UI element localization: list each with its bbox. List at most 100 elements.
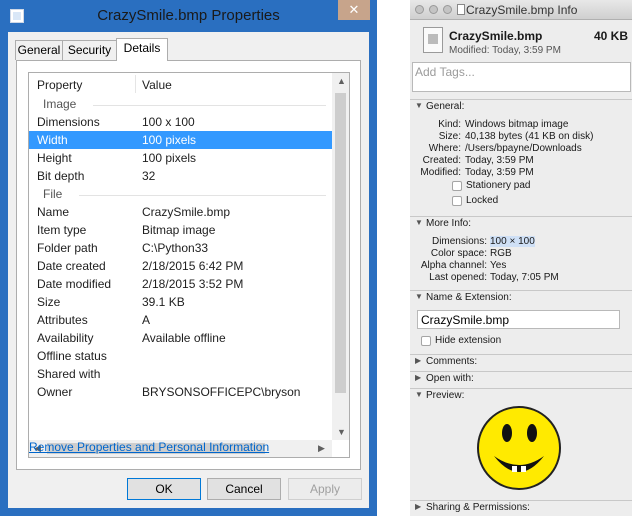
- scroll-right-icon[interactable]: ▶: [318, 443, 325, 454]
- scroll-down-icon[interactable]: ▼: [337, 427, 346, 437]
- info-value: Windows bitmap image: [465, 119, 569, 130]
- dialog-body: General Security Details Property Value …: [8, 32, 369, 508]
- column-header-property[interactable]: Property: [37, 78, 82, 92]
- disclosure-open-icon[interactable]: ▼: [415, 218, 423, 227]
- section-label: More Info:: [426, 218, 472, 229]
- section-more-info[interactable]: ▼ More Info:: [410, 216, 632, 232]
- tab-general[interactable]: General: [15, 40, 63, 60]
- smiley-preview-image: [477, 406, 561, 490]
- ok-button[interactable]: OK: [127, 478, 201, 500]
- table-row[interactable]: Name CrazySmile.bmp: [29, 203, 332, 221]
- table-row[interactable]: Offline status: [29, 347, 332, 365]
- disclosure-closed-icon[interactable]: ▶: [415, 373, 421, 382]
- cancel-button[interactable]: Cancel: [207, 478, 281, 500]
- row-value: Available offline: [142, 331, 226, 345]
- file-size: 40 KB: [594, 29, 629, 43]
- row-key: Folder path: [37, 241, 98, 255]
- disclosure-open-icon[interactable]: ▼: [415, 292, 423, 301]
- tab-security[interactable]: Security: [62, 40, 117, 60]
- details-panel: Property Value Image Dimensions 100 x 100…: [16, 60, 361, 470]
- info-key: Modified:: [420, 167, 461, 178]
- close-button[interactable]: ✕: [338, 0, 370, 20]
- row-key: Size: [37, 295, 61, 309]
- tags-input[interactable]: [413, 63, 617, 81]
- row-value: 32: [142, 169, 156, 183]
- column-divider[interactable]: [135, 75, 136, 93]
- info-key: Dimensions:: [431, 236, 487, 247]
- row-key: Availability: [37, 331, 94, 345]
- disclosure-closed-icon[interactable]: ▶: [415, 502, 421, 511]
- info-key: Kind:: [438, 119, 461, 130]
- locked-checkbox[interactable]: [452, 196, 462, 206]
- row-key: Dimensions: [37, 115, 100, 129]
- table-row[interactable]: Shared with: [29, 365, 332, 383]
- row-key: Owner: [37, 385, 73, 399]
- group-divider: [79, 195, 326, 196]
- name-field[interactable]: [417, 310, 620, 329]
- row-key: Height: [37, 151, 72, 165]
- column-header-value[interactable]: Value: [142, 78, 172, 92]
- list-rows: Image Dimensions 100 x 100 Width 100 pixel…: [29, 95, 332, 401]
- mac-info-window: CrazySmile.bmp Info CrazySmile.bmp 40 KB…: [410, 0, 632, 516]
- table-row[interactable]: Date modified 2/18/2015 3:52 PM: [29, 275, 332, 293]
- info-value: /Users/bpayne/Downloads: [465, 143, 582, 154]
- vertical-scrollbar[interactable]: ▲ ▼: [332, 73, 349, 440]
- info-value: Today, 3:59 PM: [465, 167, 534, 178]
- section-general[interactable]: ▼ General:: [410, 99, 632, 115]
- section-label: Sharing & Permissions:: [426, 502, 530, 513]
- info-key: Created:: [422, 155, 461, 166]
- stationery-pad-label: Stationery pad: [466, 180, 531, 191]
- disclosure-closed-icon[interactable]: ▶: [415, 356, 421, 365]
- document-icon: [457, 4, 465, 15]
- list-header: Property Value: [29, 73, 332, 95]
- group-label: File: [43, 187, 63, 201]
- table-row[interactable]: Attributes A: [29, 311, 332, 329]
- row-key: Offline status: [37, 349, 107, 363]
- details-list[interactable]: Property Value Image Dimensions 100 x 100…: [28, 72, 350, 458]
- row-key: Name: [37, 205, 70, 219]
- section-open-with[interactable]: ▶ Open with:: [410, 371, 632, 387]
- row-value: 100 pixels: [142, 133, 197, 147]
- disclosure-open-icon[interactable]: ▼: [415, 101, 423, 110]
- info-value: Today, 7:05 PM: [490, 272, 559, 283]
- zoom-dot-icon[interactable]: [443, 5, 452, 14]
- disclosure-open-icon[interactable]: ▼: [415, 390, 423, 399]
- minimize-dot-icon[interactable]: [429, 5, 438, 14]
- row-value: BRYSONSOFFICEPC\bryson: [142, 385, 301, 399]
- table-row[interactable]: Date created 2/18/2015 6:42 PM: [29, 257, 332, 275]
- row-key: Item type: [37, 223, 87, 237]
- row-value: C:\Python33: [142, 241, 209, 255]
- table-row[interactable]: Size 39.1 KB: [29, 293, 332, 311]
- info-key: Color space:: [430, 248, 487, 259]
- stationery-pad-checkbox[interactable]: [452, 181, 462, 191]
- table-row[interactable]: Availability Available offline: [29, 329, 332, 347]
- scroll-up-icon[interactable]: ▲: [337, 76, 346, 86]
- row-value: 100 x 100: [142, 115, 195, 129]
- section-sharing-permissions[interactable]: ▶ Sharing & Permissions:: [410, 500, 632, 516]
- remove-properties-link[interactable]: Remove Properties and Personal Informati…: [29, 440, 269, 454]
- group-label: Image: [43, 97, 77, 111]
- file-name: CrazySmile.bmp: [449, 29, 543, 43]
- close-dot-icon[interactable]: [415, 5, 424, 14]
- table-row[interactable]: Folder path C:\Python33: [29, 239, 332, 257]
- vertical-scroll-thumb[interactable]: [335, 93, 346, 393]
- mac-titlebar: CrazySmile.bmp Info: [410, 0, 632, 20]
- table-row[interactable]: Height 100 pixels: [29, 149, 332, 167]
- tab-details[interactable]: Details: [116, 38, 168, 61]
- hide-extension-checkbox[interactable]: [421, 336, 431, 346]
- locked-label: Locked: [466, 195, 499, 206]
- apply-button[interactable]: Apply: [288, 478, 362, 500]
- section-name-extension[interactable]: ▼ Name & Extension:: [410, 290, 632, 306]
- row-key: Bit depth: [37, 169, 85, 183]
- table-row-selected[interactable]: Width 100 pixels: [29, 131, 332, 149]
- table-row[interactable]: Bit depth 32: [29, 167, 332, 185]
- table-row[interactable]: Owner BRYSONSOFFICEPC\bryson: [29, 383, 332, 401]
- table-row[interactable]: Item type Bitmap image: [29, 221, 332, 239]
- section-label: General:: [426, 101, 465, 112]
- info-value: Yes: [490, 260, 507, 271]
- table-row[interactable]: Dimensions 100 x 100: [29, 113, 332, 131]
- info-key: Size:: [438, 131, 461, 142]
- section-comments[interactable]: ▶ Comments:: [410, 354, 632, 370]
- row-key: Shared with: [37, 367, 101, 381]
- dialog-title: CrazySmile.bmp Properties: [97, 7, 280, 24]
